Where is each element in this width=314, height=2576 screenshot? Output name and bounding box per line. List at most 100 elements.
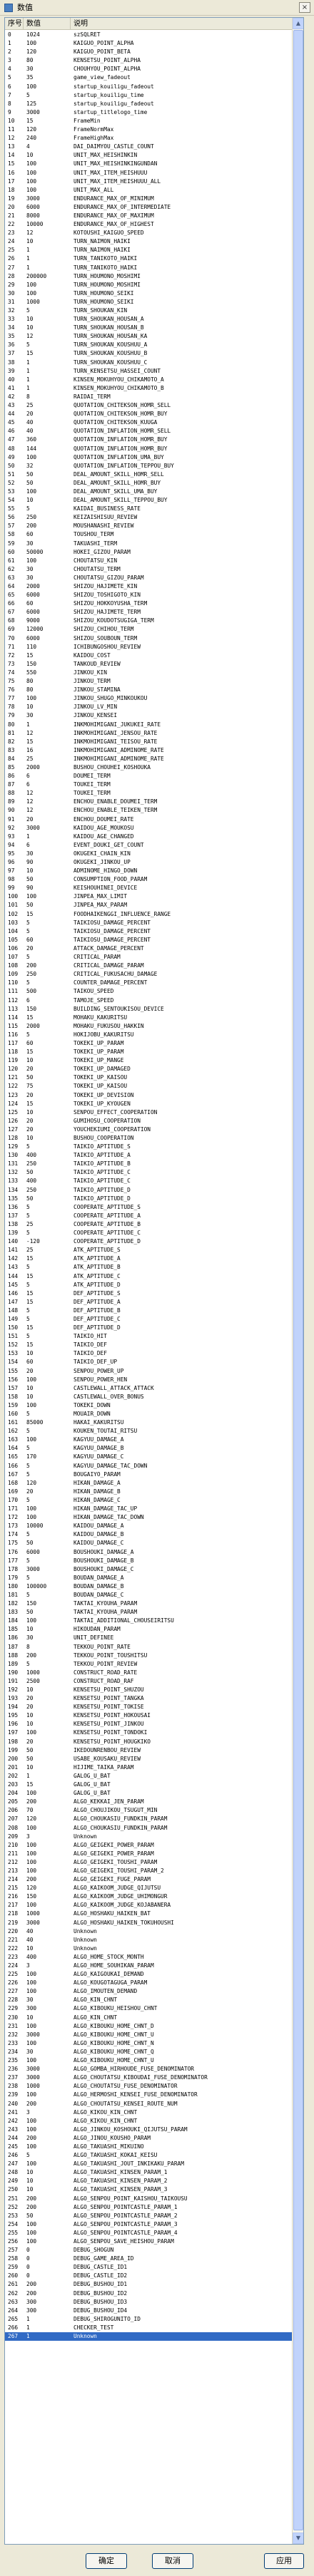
table-row[interactable]: 215 120 ALGO_KAIKOOM_JUDGE_QIJUTSU	[5, 1884, 293, 1892]
table-row[interactable]: 242 100 ALGO_KIKOU_KIN_CHNT	[5, 2117, 293, 2126]
table-row[interactable]: 155 20 SENPOU_POWER_UP	[5, 1367, 293, 1376]
table-row[interactable]: 212 100 ALGO_GEIGEKI_TOUSHI_PARAM	[5, 1858, 293, 1867]
table-row[interactable]: 243 100 ALGO_JINKOU_KOSHOUKI_QIJUTSU_PARAM	[5, 2126, 293, 2134]
table-row[interactable]: 124 15 TOKEKI_UP_KYOUGEN	[5, 1100, 293, 1108]
table-row[interactable]: 264 300 DEBUG_BUSHOU_ID4	[5, 2307, 293, 2315]
table-row[interactable]: 72 15 KAIDOU_COST	[5, 651, 293, 660]
table-row[interactable]: 229 300 ALGO_KIBOUKU_HEISHOU_CHNT	[5, 2004, 293, 2013]
table-row[interactable]: 149 5 DEF_APTITUDE_C	[5, 1315, 293, 1324]
table-row[interactable]: 189 5 TEKKOU_POINT_REVIEW	[5, 1660, 293, 1669]
table-row[interactable]: 93 1 KAIDOU_AGE_CHANGED	[5, 833, 293, 841]
table-row[interactable]: 199 50 IKEDOUNRENBOU_REVIEW	[5, 1746, 293, 1755]
table-row[interactable]: 103 5 TAIKIOSU_DAMAGE_PERCENT	[5, 919, 293, 927]
table-row[interactable]: 225 100 ALGO_KAIGOUKAI_DEMAND	[5, 1970, 293, 1979]
table-row[interactable]: 28 200000 TURN_HOUMONO_MOSHIMI	[5, 272, 293, 281]
table-row[interactable]: 172 100 HIKAN_DAMAGE_TAC_DOWN	[5, 1513, 293, 1522]
table-row[interactable]: 221 40 Unknown	[5, 1936, 293, 1944]
table-row[interactable]: 250 10 ALGO_TAKUASHI_KINSEN_PARAM_3	[5, 2185, 293, 2194]
table-row[interactable]: 57 200 MOUSHANASHI_REVIEW	[5, 522, 293, 530]
table-row[interactable]: 136 5 COOPERATE_APTITUDE_S	[5, 1203, 293, 1212]
table-row[interactable]: 191 2500 CONSTRUCT_ROAD_RAF	[5, 1677, 293, 1686]
table-row[interactable]: 4 30 CHOUHYOU_POINT_ALPHA	[5, 65, 293, 73]
table-row[interactable]: 54 10 DEAL_AMOUNT_SKILL_TEPPOU_BUY	[5, 496, 293, 505]
table-row[interactable]: 173 10000 KAIDOU_DAMAGE_A	[5, 1522, 293, 1530]
table-row[interactable]: 222 10 Unknown	[5, 1944, 293, 1953]
table-row[interactable]: 142 15 ATK_APTITUDE_A	[5, 1254, 293, 1263]
table-row[interactable]: 161 85000 HAKAI_KAKURITSU	[5, 1418, 293, 1427]
table-row[interactable]: 40 1 KINSEN_MOKUHYOU_CHIKAMOTO_A	[5, 376, 293, 384]
scroll-thumb[interactable]	[293, 30, 303, 2530]
table-row[interactable]: 122 75 TOKEKI_UP_KAISOU	[5, 1082, 293, 1091]
table-row[interactable]: 157 10 CASTLEWALL_ATTACK_ATTACK	[5, 1384, 293, 1393]
table-row[interactable]: 227 100 ALGO_IMOUTEN_DEMAND	[5, 1987, 293, 1996]
table-row[interactable]: 102 15 FOODHAIKENGGI_INFLUENCE_RANGE	[5, 910, 293, 919]
table-row[interactable]: 24 10 TURN_NAIMON_HAIKI	[5, 237, 293, 246]
table-row[interactable]: 13 4 DAI_DAIMYOU_CASTLE_COUNT	[5, 143, 293, 151]
table-row[interactable]: 167 5 BOUGAIYO_PARAM	[5, 1470, 293, 1479]
table-row[interactable]: 152 15 TAIKIO_DEF	[5, 1341, 293, 1349]
column-header-description[interactable]: 说明	[71, 18, 293, 30]
table-row[interactable]: 0 1024 szSQLRET	[5, 31, 293, 39]
table-row[interactable]: 48 144 QUOTATION_INFLATION_HOMR_BUY	[5, 445, 293, 453]
table-row[interactable]: 178 3000 BOUSHOUKI_DAMAGE_C	[5, 1565, 293, 1574]
table-row[interactable]: 6 100 startup_kouiligu_fadeout	[5, 83, 293, 91]
table-row[interactable]: 119 10 TOKEKI_UP_MANGE	[5, 1056, 293, 1065]
table-row[interactable]: 235 100 ALGO_KIBOUKU_HOME_CHNT_U	[5, 2056, 293, 2065]
table-row[interactable]: 64 2000 SHIZOU_HAJIMETE_KIN	[5, 582, 293, 591]
table-row[interactable]: 252 200 ALGO_SENPOU_POINTCASTLE_PARAM_1	[5, 2203, 293, 2212]
table-row[interactable]: 31 1000 TURN_HOUMONO_SEIKI	[5, 298, 293, 306]
table-row[interactable]: 94 6 EVENT_DOUKI_GET_COUNT	[5, 841, 293, 850]
table-row[interactable]: 81 12 INKMOHIMIGANI_JENSOU_RATE	[5, 729, 293, 738]
table-row[interactable]: 62 30 CHOUTATSU_TERM	[5, 565, 293, 574]
table-row[interactable]: 184 100 TAKTAI_ADDITIONAL_CHOUSEIRITSU	[5, 1617, 293, 1625]
table-row[interactable]: 35 12 TURN_SHOUKAN_HOUSAN_KA	[5, 332, 293, 341]
table-row[interactable]: 248 10 ALGO_TAKUASHI_KINSEN_PARAM_1	[5, 2168, 293, 2177]
table-row[interactable]: 232 3000 ALGO_KIBOUKU_HOME_CHNT_U	[5, 2031, 293, 2039]
table-row[interactable]: 45 40 QUOTATION_CHITEKSON_KUUGA	[5, 418, 293, 427]
table-row[interactable]: 154 60 TAIKIO_DEF_UP	[5, 1358, 293, 1366]
table-row[interactable]: 53 100 DEAL_AMOUNT_SKILL_UMA_BUY	[5, 488, 293, 496]
table-row[interactable]: 79 30 JINKOU_KENSEI	[5, 711, 293, 720]
table-row[interactable]: 8 125 startup_kouiligu_fadeout	[5, 100, 293, 108]
table-row[interactable]: 151 5 TAIKIO_HIT	[5, 1332, 293, 1341]
table-row[interactable]: 159 100 TOKEKI_DOWN	[5, 1401, 293, 1410]
apply-button[interactable]: 应用	[264, 2553, 304, 2569]
table-row[interactable]: 7 5 startup_kouiligu_time	[5, 91, 293, 100]
table-row[interactable]: 46 40 QUOTATION_INFLATION_HOMR_SELL	[5, 427, 293, 436]
table-row[interactable]: 38 1 TURN_SHOUKAN_KOUSHUU_C	[5, 359, 293, 367]
table-row[interactable]: 208 100 ALGO_CHOUKASIU_FUNDKIN_PARAM	[5, 1824, 293, 1833]
table-row[interactable]: 73 150 TANKOUD_REVIEW	[5, 660, 293, 669]
table-row[interactable]: 196 10 KENSETSU_POINT_JINKOU	[5, 1720, 293, 1729]
table-row[interactable]: 182 150 TAKTAI_KYOUHA_PARAM	[5, 1599, 293, 1608]
table-row[interactable]: 17 100 UNIT_MAX_ITEM_HEISHUUU_ALL	[5, 177, 293, 186]
table-row[interactable]: 66 60 SHIZOU_HOKKOYUSHA_TERM	[5, 599, 293, 608]
table-row[interactable]: 144 15 ATK_APTITUDE_C	[5, 1272, 293, 1281]
table-row[interactable]: 266 1 CHECKER_TEST	[5, 2324, 293, 2332]
table-row[interactable]: 84 25 INKMOHIMIGANI_ADMINOME_RATE	[5, 755, 293, 763]
table-row[interactable]: 210 100 ALGO_GEIGEKI_POWER_PARAM	[5, 1841, 293, 1850]
table-row[interactable]: 205 200 ALGO_KEKKAI_JEN_PARAM	[5, 1798, 293, 1806]
table-row[interactable]: 258 0 DEBUG_GAME_AREA_ID	[5, 2255, 293, 2263]
table-row[interactable]: 108 200 CRITICAL_DAMAGE_PARAM	[5, 962, 293, 970]
table-row[interactable]: 11 120 FrameNormMax	[5, 125, 293, 134]
table-row[interactable]: 187 8 TEKKOU_POINT_RATE	[5, 1643, 293, 1652]
table-row[interactable]: 100 100 JINPEA_MAX_LIMIT	[5, 892, 293, 901]
table-row[interactable]: 71 110 ICHIBUNGOSHOU_REVIEW	[5, 643, 293, 651]
table-row[interactable]: 200 50 USABE_KOUSAKU_REVIEW	[5, 1755, 293, 1763]
table-row[interactable]: 92 3000 KAIDOU_AGE_MOUKOSU	[5, 824, 293, 833]
table-row[interactable]: 95 30 OKUGEKI_CHAIN_KIN	[5, 850, 293, 858]
table-row[interactable]: 147 15 DEF_APTITUDE_A	[5, 1298, 293, 1307]
table-row[interactable]: 26 1 TURN_TANIKOTO_HAIKI	[5, 254, 293, 263]
table-row[interactable]: 20 6000 ENDURANCE_MAX_OF_INTERMEDIATE	[5, 203, 293, 212]
column-header-value[interactable]: 数值	[24, 18, 71, 30]
table-row[interactable]: 230 10 ALGO_KIN_CHNT	[5, 2014, 293, 2022]
vertical-scrollbar[interactable]: ▲ ▼	[292, 18, 303, 2544]
table-row[interactable]: 228 30 ALGO_KIN_CHNT	[5, 1996, 293, 2004]
table-row[interactable]: 219 3000 ALGO_HOSHAKU_HAIKEN_TOKUHOUSHI	[5, 1919, 293, 1927]
table-row[interactable]: 123 20 TOKEKI_UP_DEVISION	[5, 1091, 293, 1100]
table-row[interactable]: 240 200 ALGO_CHOUTATSU_KENSEI_ROUTE_NUM	[5, 2100, 293, 2108]
table-row[interactable]: 236 3000 ALGO_GOMBA_HIRHOUDE_FUSE_DENOMINA…	[5, 2065, 293, 2073]
table-row[interactable]: 23 12 KOTOUSHI_KAIGUO_SPEED	[5, 229, 293, 237]
table-row[interactable]: 198 20 KENSETSU_POINT_HOUGKIKO	[5, 1738, 293, 1746]
table-row[interactable]: 177 5 BOUSHOUKI_DAMAGE_B	[5, 1557, 293, 1565]
